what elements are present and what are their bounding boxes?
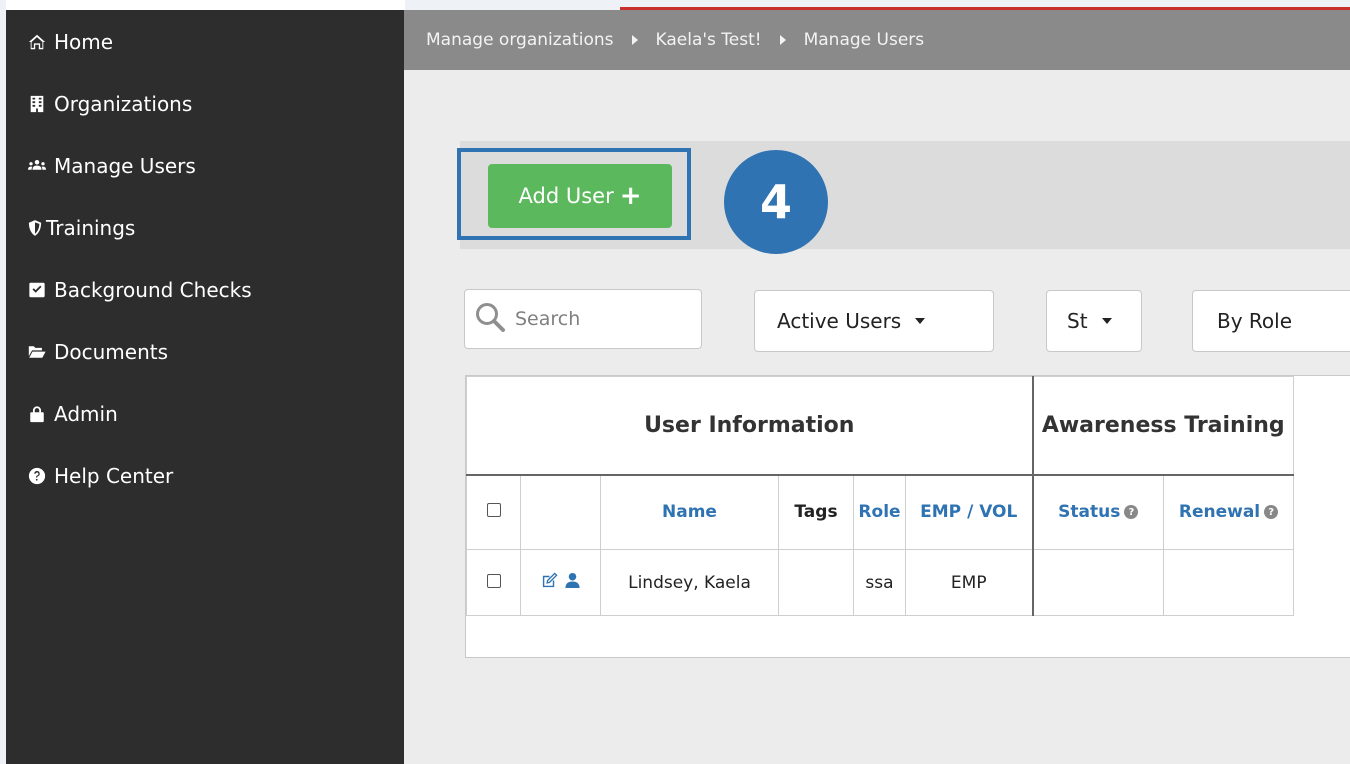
users-table-container: User Information Awareness Training Name… — [465, 375, 1350, 658]
sidebar-item-home[interactable]: Home — [28, 22, 113, 62]
users-table: User Information Awareness Training Name… — [466, 376, 1294, 616]
step-badge: 4 — [724, 150, 828, 254]
building-icon — [28, 95, 46, 113]
row-checkbox[interactable] — [486, 573, 501, 588]
row-renewal — [1163, 549, 1294, 616]
sidebar-item-label: Background Checks — [54, 278, 252, 302]
sidebar-item-label: Trainings — [46, 216, 136, 240]
breadcrumb: Manage organizations Kaela's Test! Manag… — [404, 10, 1350, 70]
column-header-name[interactable]: Name — [600, 474, 779, 550]
role-filter-value: By Role — [1217, 309, 1293, 333]
row-status — [1032, 549, 1164, 616]
sidebar-item-label: Admin — [54, 402, 118, 426]
row-name[interactable]: Lindsey, Kaela — [600, 549, 779, 616]
breadcrumb-organization[interactable]: Kaela's Test! — [656, 30, 762, 50]
row-tags — [778, 549, 854, 616]
folder-open-icon — [28, 343, 46, 361]
group-header-awareness-training: Awareness Training — [1032, 376, 1294, 476]
users-icon — [28, 157, 46, 175]
status-filter-value: St — [1067, 309, 1088, 333]
help-icon[interactable]: ? — [1264, 505, 1279, 520]
sidebar-item-label: Documents — [54, 340, 169, 364]
sidebar-item-organizations[interactable]: Organizations — [28, 84, 192, 124]
main-content: Manage organizations Kaela's Test! Manag… — [404, 10, 1350, 764]
row-role: ssa — [853, 549, 906, 616]
home-icon — [28, 33, 46, 51]
group-header-user-information: User Information — [466, 376, 1034, 476]
column-header-emp-vol[interactable]: EMP / VOL — [905, 474, 1034, 550]
sidebar-item-help-center[interactable]: Help Center — [28, 456, 173, 496]
sidebar-item-label: Help Center — [54, 464, 174, 488]
sidebar-item-background-checks[interactable]: Background Checks — [28, 270, 252, 310]
user-status-value: Active Users — [777, 309, 902, 333]
user-status-dropdown[interactable]: Active Users — [754, 290, 994, 352]
chevron-down-icon — [915, 318, 926, 324]
breadcrumb-manage-organizations[interactable]: Manage organizations — [426, 30, 614, 50]
column-header-status[interactable]: Status? — [1032, 474, 1164, 550]
sidebar-item-manage-users[interactable]: Manage Users — [28, 146, 196, 186]
sidebar-item-label: Manage Users — [54, 154, 196, 178]
column-header-role[interactable]: Role — [853, 474, 906, 550]
help-icon[interactable]: ? — [1124, 505, 1139, 520]
status-filter-dropdown[interactable]: St — [1046, 290, 1142, 352]
search-icon — [473, 300, 507, 338]
add-user-button[interactable]: Add User + — [488, 164, 672, 228]
plus-icon: + — [619, 181, 642, 211]
select-all-cell — [466, 474, 521, 550]
row-emp-vol: EMP — [905, 549, 1034, 616]
row-select-cell — [466, 549, 521, 616]
column-header-status-label: Status — [1058, 502, 1121, 523]
breadcrumb-current-page: Manage Users — [803, 30, 925, 50]
row-actions-cell — [520, 549, 601, 616]
sidebar-item-trainings[interactable]: Trainings — [28, 208, 135, 248]
add-user-label: Add User — [518, 184, 614, 208]
sidebar-item-admin[interactable]: Admin — [28, 394, 118, 434]
checkbox-icon — [28, 281, 46, 299]
search-input[interactable] — [515, 308, 695, 330]
breadcrumb-separator-icon — [779, 35, 786, 45]
sidebar-item-label: Home — [54, 30, 114, 54]
sidebar-item-label: Organizations — [54, 92, 193, 116]
sidebar-item-documents[interactable]: Documents — [28, 332, 168, 372]
shield-icon — [28, 219, 42, 237]
chevron-down-icon — [1101, 318, 1112, 324]
sidebar: Home Organizations Manage Users Training… — [6, 10, 404, 764]
question-circle-icon — [28, 467, 46, 485]
column-header-renewal[interactable]: Renewal? — [1163, 474, 1294, 550]
search-box[interactable] — [464, 289, 702, 349]
edit-icon[interactable] — [541, 571, 558, 594]
lock-icon — [28, 405, 46, 423]
breadcrumb-separator-icon — [631, 35, 638, 45]
column-header-renewal-label: Renewal — [1178, 502, 1261, 523]
table-row: Lindsey, Kaela ssa EMP — [466, 549, 1294, 616]
role-filter-dropdown[interactable]: By Role — [1192, 290, 1350, 352]
column-header-tags: Tags — [778, 474, 854, 550]
actions-column-header — [520, 474, 601, 550]
user-profile-icon[interactable] — [564, 572, 581, 594]
select-all-checkbox[interactable] — [486, 503, 501, 518]
